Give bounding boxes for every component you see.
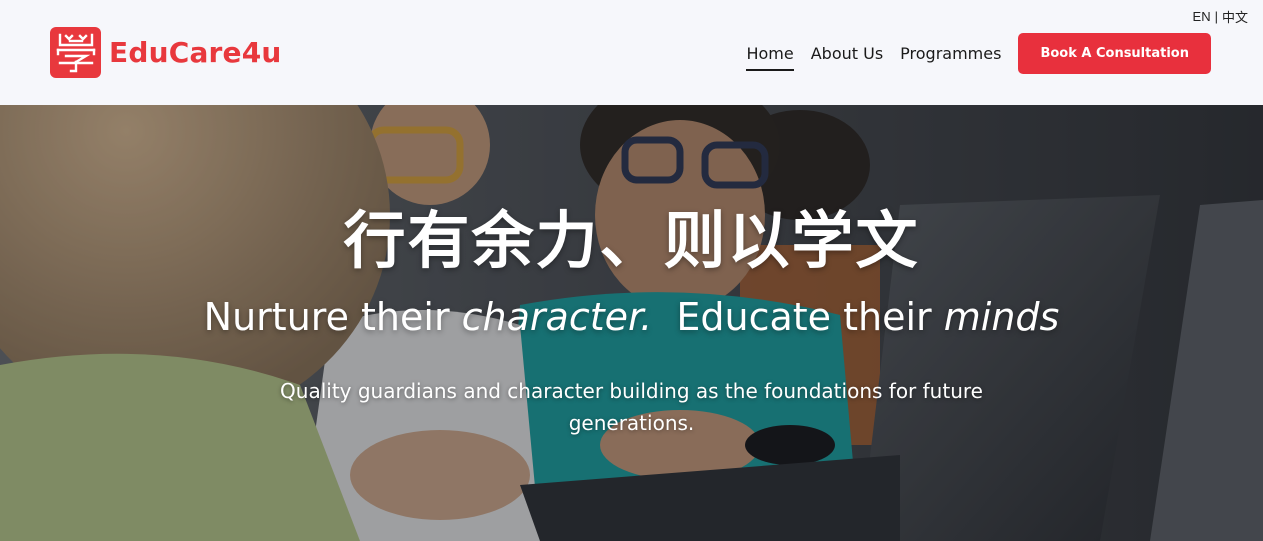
nav-item-home[interactable]: Home [746, 36, 794, 71]
logo-mark-icon [50, 27, 101, 78]
book-consultation-button[interactable]: Book A Consultation [1018, 33, 1211, 74]
hero-content: 行有余力、则以学文 Nurture their character. Educa… [0, 105, 1263, 541]
lang-separator: | [1214, 9, 1218, 24]
logo-text: EduCare4u [109, 36, 282, 69]
nav-item-about-us[interactable]: About Us [811, 36, 883, 71]
hero-title-chinese: 行有余力、则以学文 [343, 204, 920, 277]
hero-tagline: Nurture their character. Educate their m… [0, 295, 1263, 339]
main-nav: Home About Us Programmes Book A Consulta… [746, 33, 1211, 74]
site-logo[interactable]: EduCare4u [50, 27, 282, 78]
tagline-minds: minds [943, 295, 1060, 339]
site-header: EN | 中文 EduCare4u Home About Us Programm… [0, 0, 1263, 105]
hero-section: 行有余力、则以学文 Nurture their character. Educa… [0, 105, 1263, 541]
nav-item-programmes[interactable]: Programmes [900, 36, 1001, 71]
tagline-character: character. [461, 295, 653, 339]
tagline-part1: Nurture their [203, 295, 462, 339]
hero-subtitle: Quality guardians and character building… [280, 379, 983, 435]
language-switcher: EN | 中文 [1193, 7, 1248, 26]
tagline-part2: Educate their [652, 295, 944, 339]
lang-zh-link[interactable]: 中文 [1222, 7, 1248, 26]
lang-en-link[interactable]: EN [1193, 9, 1211, 24]
